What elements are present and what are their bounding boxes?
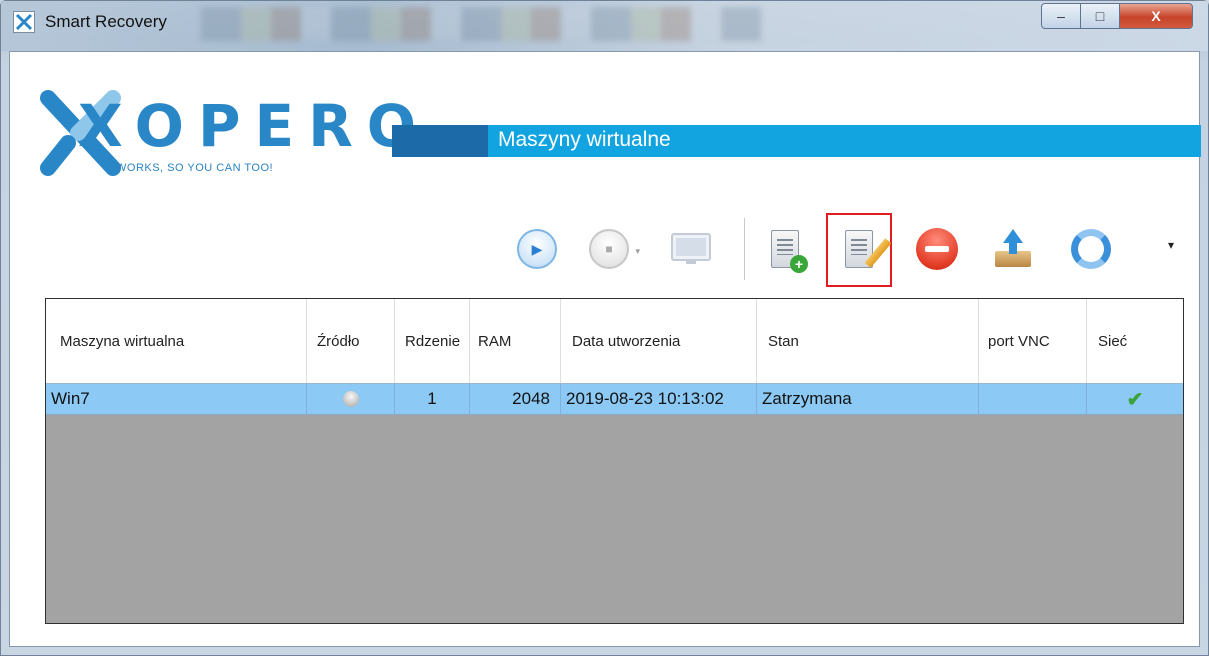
person-icon	[342, 391, 359, 407]
play-icon: ▶	[517, 229, 557, 269]
close-icon: X	[1151, 8, 1161, 24]
export-icon	[993, 229, 1033, 269]
column-header[interactable]: Data utworzenia	[561, 299, 757, 383]
column-header[interactable]: port VNC	[979, 299, 1087, 383]
remove-icon	[916, 228, 958, 270]
vm-table: Maszyna wirtualna Źródło Rdzenie RAM Dat…	[45, 298, 1184, 624]
console-icon	[671, 233, 711, 264]
source-cell	[307, 384, 395, 414]
add-vm-button[interactable]: +	[760, 224, 810, 274]
logo-tagline: WORKS, SO YOU CAN TOO!	[116, 162, 274, 174]
maximize-button[interactable]: □	[1080, 3, 1120, 29]
start-vm-button[interactable]: ▶	[512, 224, 562, 274]
maximize-icon: □	[1095, 8, 1105, 24]
column-header[interactable]: Źródło	[307, 299, 395, 383]
minimize-icon: –	[1057, 8, 1065, 24]
column-header[interactable]: RAM	[470, 299, 561, 383]
created-cell: 2019-08-23 10:13:02	[561, 384, 757, 414]
toolbar-separator	[744, 218, 745, 280]
column-header[interactable]: Sieć	[1087, 299, 1183, 383]
stop-dropdown-icon[interactable]: ▾	[635, 246, 640, 257]
edit-vm-button[interactable]	[834, 224, 892, 274]
network-cell: ✔	[1087, 384, 1183, 414]
minimize-button[interactable]: –	[1041, 3, 1081, 29]
app-window: Smart Recovery – □ X XOPERO WORKS, SO YO…	[0, 0, 1209, 656]
toolbar-more-icon[interactable]: ▾	[1168, 238, 1174, 252]
column-header[interactable]: Rdzenie	[395, 299, 470, 383]
logo-brand: XOPERO	[78, 92, 431, 160]
window-title: Smart Recovery	[45, 12, 167, 31]
refresh-icon	[1071, 229, 1111, 269]
close-button[interactable]: X	[1119, 3, 1193, 29]
main-panel: XOPERO WORKS, SO YOU CAN TOO! Maszyny wi…	[9, 51, 1201, 647]
refresh-button[interactable]	[1066, 224, 1116, 274]
title-bar-background	[201, 7, 761, 41]
stop-icon: ■	[589, 229, 629, 269]
banner-accent	[392, 125, 488, 157]
remove-vm-button[interactable]	[912, 224, 962, 274]
column-header[interactable]: Stan	[757, 299, 979, 383]
cores-cell: 1	[395, 384, 470, 414]
app-icon	[13, 11, 35, 33]
add-vm-icon: +	[771, 230, 808, 273]
page-title: Maszyny wirtualne	[498, 128, 671, 151]
table-header: Maszyna wirtualna Źródło Rdzenie RAM Dat…	[46, 299, 1183, 383]
title-bar[interactable]: Smart Recovery – □ X	[1, 1, 1208, 51]
column-header[interactable]: Maszyna wirtualna	[46, 299, 307, 383]
stop-vm-button[interactable]: ■ ▾	[584, 224, 640, 274]
vm-name-cell: Win7	[46, 384, 307, 414]
state-cell: Zatrzymana	[757, 384, 979, 414]
check-icon: ✔	[1126, 388, 1144, 411]
export-button[interactable]	[988, 224, 1038, 274]
table-row[interactable]: Win7 1 2048 2019-08-23 10:13:02 Zatrzyma…	[46, 383, 1183, 415]
ram-cell: 2048	[470, 384, 561, 414]
edit-vm-icon	[845, 230, 892, 268]
vnc-cell	[979, 384, 1087, 414]
console-button[interactable]	[666, 224, 716, 274]
